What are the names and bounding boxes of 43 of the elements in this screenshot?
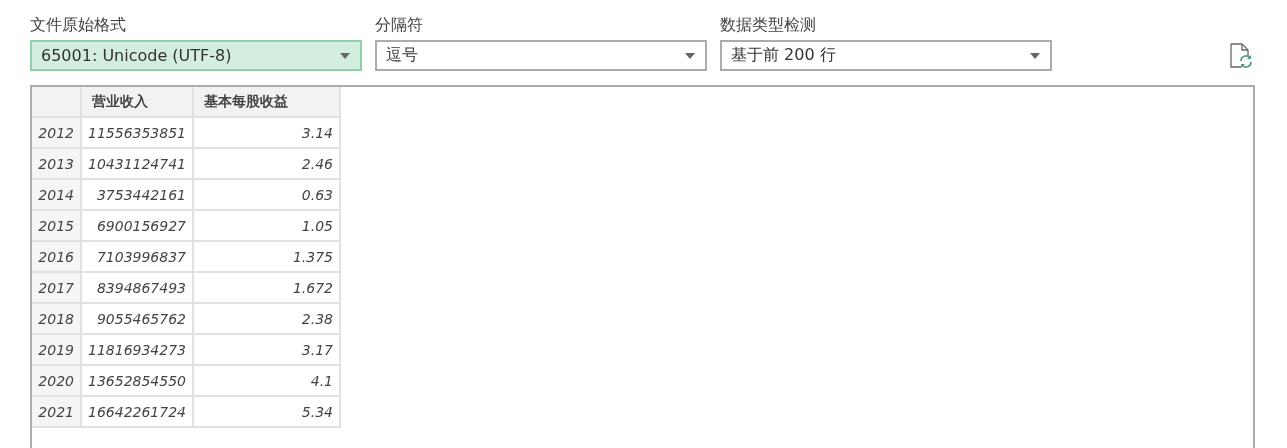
row-number: 2020 (32, 365, 81, 396)
table-cell: 7103996837 (81, 241, 193, 272)
table-cell: 16642261724 (81, 396, 193, 427)
dropdown[interactable]: 65001: Unicode (UTF-8) (30, 40, 362, 71)
row-number: 2014 (32, 179, 81, 210)
row-number: 2019 (32, 334, 81, 365)
table-cell: 2.46 (193, 148, 340, 179)
caret-icon (340, 52, 350, 59)
row-number: 2013 (32, 148, 81, 179)
table-cell: 13652854550 (81, 365, 193, 396)
caret-icon (1030, 52, 1040, 59)
row-number: 2016 (32, 241, 81, 272)
row-number: 2015 (32, 210, 81, 241)
field-label: 数据类型检测 (720, 14, 817, 36)
row-number: 2021 (32, 396, 81, 427)
table-cell: 9055465762 (81, 303, 193, 334)
field-label: 分隔符 (375, 14, 424, 36)
row-number: 2018 (32, 303, 81, 334)
row-number: 2017 (32, 272, 81, 303)
corner-cell (32, 87, 81, 117)
table-cell: 2.38 (193, 303, 340, 334)
table-cell: 11816934273 (81, 334, 193, 365)
field-label: 文件原始格式 (30, 14, 127, 36)
caret-icon (685, 52, 695, 59)
table-cell: 11556353851 (81, 117, 193, 148)
dropdown[interactable]: 基于前 200 行 (720, 40, 1052, 71)
refresh-icon[interactable] (1229, 43, 1253, 69)
table-cell: 1.375 (193, 241, 340, 272)
table-cell: 3.17 (193, 334, 340, 365)
table-cell: 6900156927 (81, 210, 193, 241)
table-cell: 1.672 (193, 272, 340, 303)
dropdown[interactable]: 逗号 (375, 40, 707, 71)
column-header: 营业收入 (81, 87, 193, 117)
table-cell: 3.14 (193, 117, 340, 148)
table-cell: 4.1 (193, 365, 340, 396)
table-cell: 0.63 (193, 179, 340, 210)
column-header: 基本每股收益 (193, 87, 340, 117)
table-cell: 3753442161 (81, 179, 193, 210)
row-number: 2012 (32, 117, 81, 148)
table-cell: 8394867493 (81, 272, 193, 303)
table-cell: 1.05 (193, 210, 340, 241)
table-cell: 10431124741 (81, 148, 193, 179)
table-cell: 5.34 (193, 396, 340, 427)
